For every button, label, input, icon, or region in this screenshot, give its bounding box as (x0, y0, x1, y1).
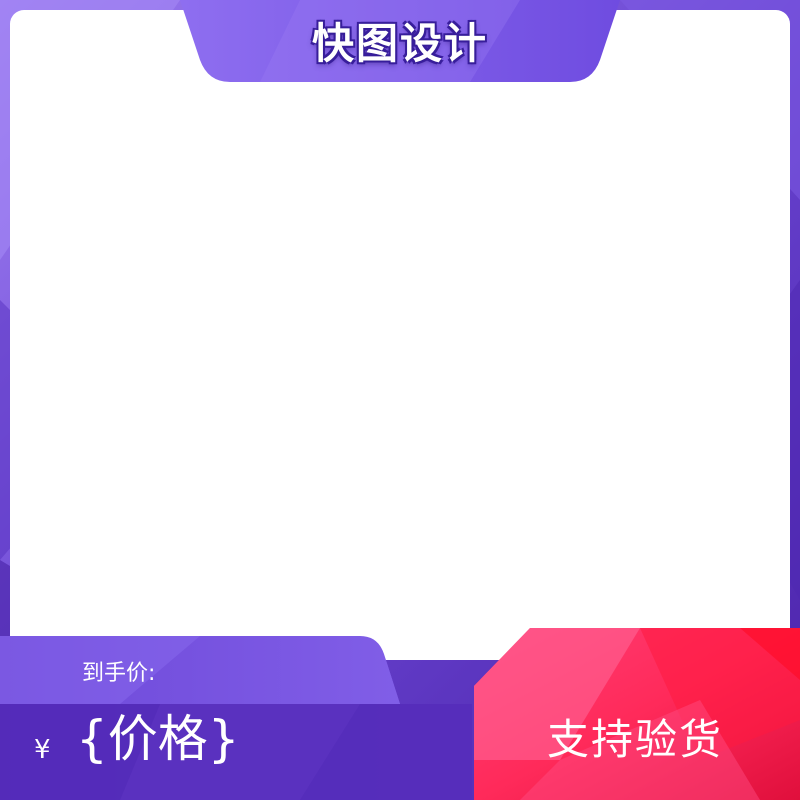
poster-canvas: 快图设计 到手价: ¥ {价格} 支持验货 (0, 0, 800, 800)
price-label: 到手价: (82, 661, 156, 686)
currency-symbol: ¥ (34, 735, 51, 765)
price-value: {价格} (76, 710, 240, 768)
inspection-badge: 支持验货 (546, 715, 723, 764)
